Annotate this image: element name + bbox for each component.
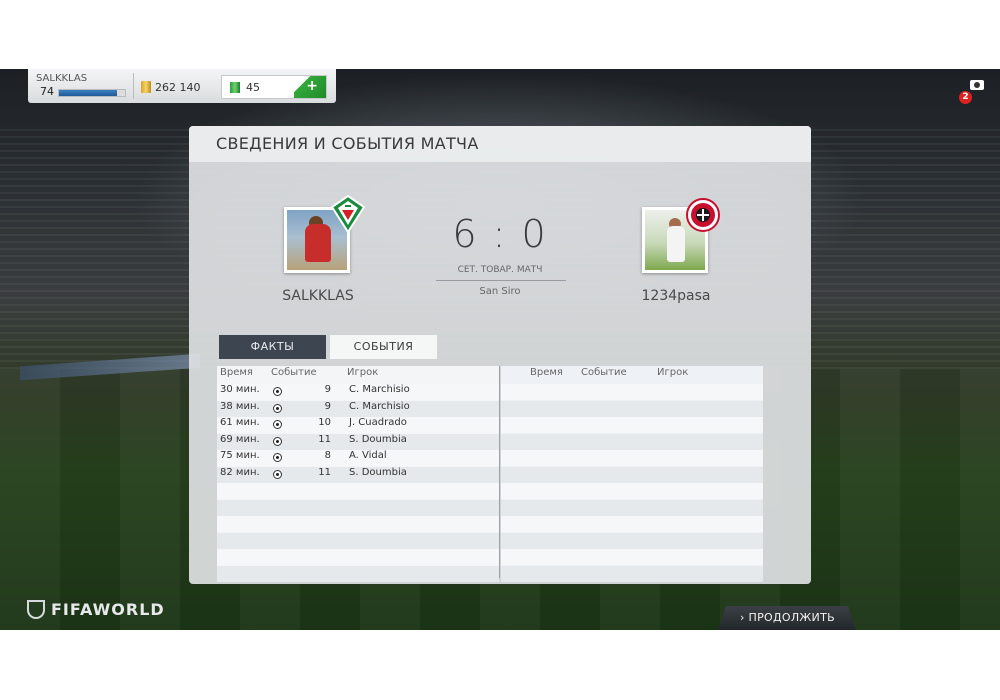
header-event: Событие — [271, 367, 317, 378]
profile-bar: SALKKLAS 74 262 140 45 + — [28, 69, 336, 103]
event-player: C. Marchisio — [349, 384, 410, 395]
table-row — [501, 532, 763, 549]
goal-ball-icon — [273, 420, 282, 429]
header-player: Игрок — [657, 367, 689, 378]
column-divider — [499, 366, 500, 578]
event-player: J. Cuadrado — [349, 417, 407, 428]
table-row — [501, 450, 763, 466]
event-player: C. Marchisio — [349, 400, 410, 412]
match-score: 6 : 0 — [452, 212, 548, 256]
points-value: 45 — [246, 81, 260, 94]
header-event: Событие — [581, 367, 627, 378]
goal-ball-icon — [273, 436, 282, 446]
continue-label: ПРОДОЛЖИТЬ — [748, 611, 835, 624]
table-row — [501, 400, 763, 417]
player-level: 74 — [40, 85, 54, 98]
goal-ball-icon — [273, 453, 282, 462]
divider — [133, 73, 134, 99]
panel-header: СВЕДЕНИЯ И СОБЫТИЯ МАТЧА — [189, 126, 811, 162]
player-number: 9 — [324, 384, 331, 395]
panel-title: СВЕДЕНИЯ И СОБЫТИЯ МАТЧА — [216, 134, 479, 153]
tab-facts[interactable]: ФАКТЫ — [219, 335, 326, 359]
player-number: 8 — [324, 450, 331, 461]
camera-icon[interactable] — [970, 80, 984, 90]
event-player: A. Vidal — [349, 450, 387, 461]
home-team-name: SALKKLAS — [282, 288, 354, 304]
table-row — [501, 417, 763, 433]
goal-ball-icon — [273, 403, 282, 413]
goal-ball-icon — [273, 387, 282, 396]
table-row — [501, 466, 763, 483]
table-row — [501, 549, 763, 565]
player-number: 11 — [318, 433, 331, 445]
table-row — [501, 384, 763, 400]
away-events-list — [501, 366, 763, 582]
xp-progress-fill — [59, 90, 118, 96]
event-player: S. Doumbia — [349, 466, 407, 478]
event-time: 38 мин. — [220, 400, 260, 412]
divider — [436, 280, 566, 281]
header-time: Время — [530, 367, 563, 378]
coins-value: 262 140 — [155, 81, 201, 94]
header-time: Время — [220, 367, 253, 378]
player-number: 10 — [318, 417, 331, 428]
table-row — [217, 532, 499, 549]
stadium-name: San Siro — [479, 286, 521, 297]
table-row — [217, 549, 499, 565]
player-number: 11 — [318, 466, 331, 478]
amkar-crest-icon — [686, 198, 720, 232]
xp-progress-bar — [58, 89, 126, 97]
events-table: Время Событие Игрок Время Событие Игрок … — [189, 360, 811, 582]
points-icon — [230, 82, 240, 93]
table-row — [501, 565, 763, 582]
table-row — [501, 433, 763, 450]
notification-badge: 2 — [959, 91, 972, 104]
table-row — [501, 499, 763, 516]
goal-ball-icon — [273, 469, 282, 479]
event-time: 75 мин. — [220, 450, 260, 461]
continue-button[interactable]: › ПРОДОЛЖИТЬ — [718, 606, 856, 630]
event-time: 61 мин. — [220, 417, 260, 428]
player-name: SALKKLAS — [36, 73, 88, 84]
player-number: 9 — [324, 400, 331, 412]
table-row — [501, 483, 763, 499]
ea-shield-icon — [27, 600, 45, 619]
logo-text: FIFAWORLD — [51, 600, 165, 619]
event-time: 30 мин. — [220, 384, 260, 395]
table-row — [217, 483, 499, 499]
tab-events[interactable]: СОБЫТИЯ — [330, 335, 437, 359]
points-box: 45 + — [221, 75, 327, 99]
table-row — [501, 516, 763, 532]
add-points-button[interactable]: + — [294, 76, 326, 98]
event-time: 82 мин. — [220, 466, 260, 478]
header-player: Игрок — [347, 367, 379, 378]
coins-icon — [141, 81, 151, 93]
away-team-name: 1234pasa — [641, 288, 711, 304]
chevron-right-icon: › — [740, 611, 745, 624]
event-player: S. Doumbia — [349, 433, 407, 445]
lokomotiv-crest-icon — [331, 195, 365, 233]
table-row — [217, 499, 499, 516]
table-row — [217, 565, 499, 582]
match-type: СЕТ. ТОВАР. МАТЧ — [457, 265, 543, 275]
table-row — [217, 516, 499, 532]
event-time: 69 мин. — [220, 433, 260, 445]
